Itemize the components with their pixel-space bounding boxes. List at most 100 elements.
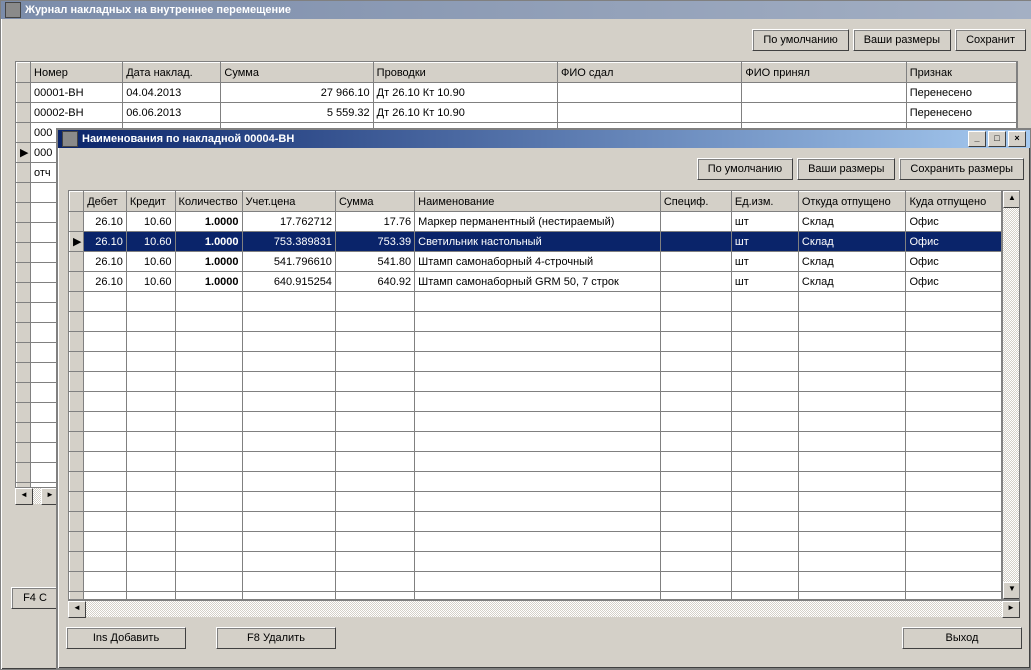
cell-qty[interactable]: 1.0000 xyxy=(175,232,242,252)
cell-fio-took[interactable] xyxy=(742,83,906,103)
table-row[interactable] xyxy=(70,472,1002,492)
col-date[interactable]: Дата наклад. xyxy=(123,63,221,83)
cell-flag[interactable]: Перенесено xyxy=(906,103,1016,123)
scroll-left-icon[interactable]: ◄ xyxy=(68,601,86,618)
cell-unit[interactable]: шт xyxy=(731,212,798,232)
cell-to[interactable]: Офис xyxy=(906,272,1002,292)
cell-spec[interactable] xyxy=(660,272,731,292)
cell-sum[interactable]: 753.39 xyxy=(335,232,414,252)
cell-name[interactable]: Штамп самонаборный GRM 50, 7 строк xyxy=(415,272,661,292)
table-row[interactable] xyxy=(70,572,1002,592)
cell-unit[interactable]: шт xyxy=(731,232,798,252)
cell-entries[interactable]: Дт 26.10 Кт 10.90 xyxy=(373,103,557,123)
col-debit[interactable]: Дебет xyxy=(84,192,127,212)
scroll-track[interactable] xyxy=(86,601,1002,617)
cell-unit[interactable]: шт xyxy=(731,252,798,272)
cell-spec[interactable] xyxy=(660,212,731,232)
cell-sum[interactable]: 5 559.32 xyxy=(221,103,373,123)
cell-debit[interactable]: 26.10 xyxy=(84,212,127,232)
cell-sum[interactable]: 17.76 xyxy=(335,212,414,232)
table-row[interactable] xyxy=(70,412,1002,432)
your-sizes-button[interactable]: Ваши размеры xyxy=(853,29,951,51)
table-row[interactable] xyxy=(70,392,1002,412)
cell-entries[interactable]: Дт 26.10 Кт 10.90 xyxy=(373,83,557,103)
table-row[interactable]: ▶26.1010.601.0000753.389831753.39Светиль… xyxy=(70,232,1002,252)
cell-debit[interactable]: 26.10 xyxy=(84,252,127,272)
table-row[interactable] xyxy=(70,592,1002,600)
col-number[interactable]: Номер xyxy=(31,63,123,83)
col-qty[interactable]: Количество xyxy=(175,192,242,212)
cell-date[interactable]: 04.04.2013 xyxy=(123,83,221,103)
cell-to[interactable]: Офис xyxy=(906,212,1002,232)
cell-name[interactable]: Маркер перманентный (нестираемый) xyxy=(415,212,661,232)
col-sum[interactable]: Сумма xyxy=(221,63,373,83)
table-row[interactable] xyxy=(70,292,1002,312)
table-row[interactable] xyxy=(70,512,1002,532)
your-sizes-button[interactable]: Ваши размеры xyxy=(797,158,895,180)
cell-to[interactable]: Офис xyxy=(906,232,1002,252)
save-button-partial[interactable]: Сохранит xyxy=(955,29,1026,51)
table-row[interactable]: 26.1010.601.000017.76271217.76Маркер пер… xyxy=(70,212,1002,232)
scroll-track[interactable] xyxy=(33,488,41,504)
table-row[interactable] xyxy=(70,432,1002,452)
cell-price[interactable]: 753.389831 xyxy=(242,232,335,252)
cell-unit[interactable]: шт xyxy=(731,272,798,292)
table-row[interactable] xyxy=(70,312,1002,332)
cell-qty[interactable]: 1.0000 xyxy=(175,212,242,232)
items-titlebar[interactable]: Наименования по накладной 00004-ВН _ □ × xyxy=(58,130,1030,148)
table-row[interactable]: 26.1010.601.0000640.915254640.92Штамп са… xyxy=(70,272,1002,292)
col-name[interactable]: Наименование xyxy=(415,192,661,212)
f8-delete-button[interactable]: F8 Удалить xyxy=(216,627,336,649)
col-fio-gave[interactable]: ФИО сдал xyxy=(558,63,742,83)
col-price[interactable]: Учет.цена xyxy=(242,192,335,212)
cell-qty[interactable]: 1.0000 xyxy=(175,272,242,292)
table-row[interactable]: 00002-ВН06.06.20135 559.32Дт 26.10 Кт 10… xyxy=(17,103,1017,123)
journal-hscroll[interactable]: ◄ ► xyxy=(15,487,59,504)
cell-price[interactable]: 17.762712 xyxy=(242,212,335,232)
table-row[interactable] xyxy=(70,452,1002,472)
scroll-track[interactable] xyxy=(1003,208,1019,582)
scroll-down-icon[interactable]: ▼ xyxy=(1003,582,1020,599)
cell-to[interactable]: Офис xyxy=(906,252,1002,272)
table-row[interactable]: 00001-ВН04.04.201327 966.10Дт 26.10 Кт 1… xyxy=(17,83,1017,103)
cell-credit[interactable]: 10.60 xyxy=(126,212,175,232)
cell-sum[interactable]: 541.80 xyxy=(335,252,414,272)
col-spec[interactable]: Специф. xyxy=(660,192,731,212)
cell-from[interactable]: Склад xyxy=(798,252,906,272)
scroll-up-icon[interactable]: ▲ xyxy=(1003,191,1020,208)
cell-spec[interactable] xyxy=(660,232,731,252)
cell-credit[interactable]: 10.60 xyxy=(126,252,175,272)
items-grid[interactable]: Дебет Кредит Количество Учет.цена Сумма … xyxy=(69,191,1002,599)
cell-credit[interactable]: 10.60 xyxy=(126,272,175,292)
cell-flag[interactable]: Перенесено xyxy=(906,83,1016,103)
f4-button-partial[interactable]: F4 С xyxy=(11,587,59,609)
col-flag[interactable]: Признак xyxy=(906,63,1016,83)
cell-price[interactable]: 541.796610 xyxy=(242,252,335,272)
cell-spec[interactable] xyxy=(660,252,731,272)
table-row[interactable] xyxy=(70,492,1002,512)
cell-fio-gave[interactable] xyxy=(558,83,742,103)
cell-number[interactable]: 00001-ВН xyxy=(31,83,123,103)
col-from[interactable]: Откуда отпущено xyxy=(798,192,906,212)
save-sizes-button[interactable]: Сохранить размеры xyxy=(899,158,1024,180)
table-row[interactable] xyxy=(70,372,1002,392)
maximize-icon[interactable]: □ xyxy=(988,131,1006,147)
scroll-left-icon[interactable]: ◄ xyxy=(15,488,33,505)
cell-from[interactable]: Склад xyxy=(798,212,906,232)
col-fio-took[interactable]: ФИО принял xyxy=(742,63,906,83)
cell-fio-gave[interactable] xyxy=(558,103,742,123)
table-row[interactable] xyxy=(70,552,1002,572)
cell-from[interactable]: Склад xyxy=(798,272,906,292)
cell-price[interactable]: 640.915254 xyxy=(242,272,335,292)
close-icon[interactable]: × xyxy=(1008,131,1026,147)
table-row[interactable] xyxy=(70,352,1002,372)
items-hscroll[interactable]: ◄ ► xyxy=(68,600,1020,617)
cell-credit[interactable]: 10.60 xyxy=(126,232,175,252)
table-row[interactable] xyxy=(70,532,1002,552)
default-button[interactable]: По умолчанию xyxy=(752,29,848,51)
cell-sum[interactable]: 27 966.10 xyxy=(221,83,373,103)
cell-debit[interactable]: 26.10 xyxy=(84,272,127,292)
table-row[interactable]: 26.1010.601.0000541.796610541.80Штамп са… xyxy=(70,252,1002,272)
cell-fio-took[interactable] xyxy=(742,103,906,123)
col-unit[interactable]: Ед.изм. xyxy=(731,192,798,212)
